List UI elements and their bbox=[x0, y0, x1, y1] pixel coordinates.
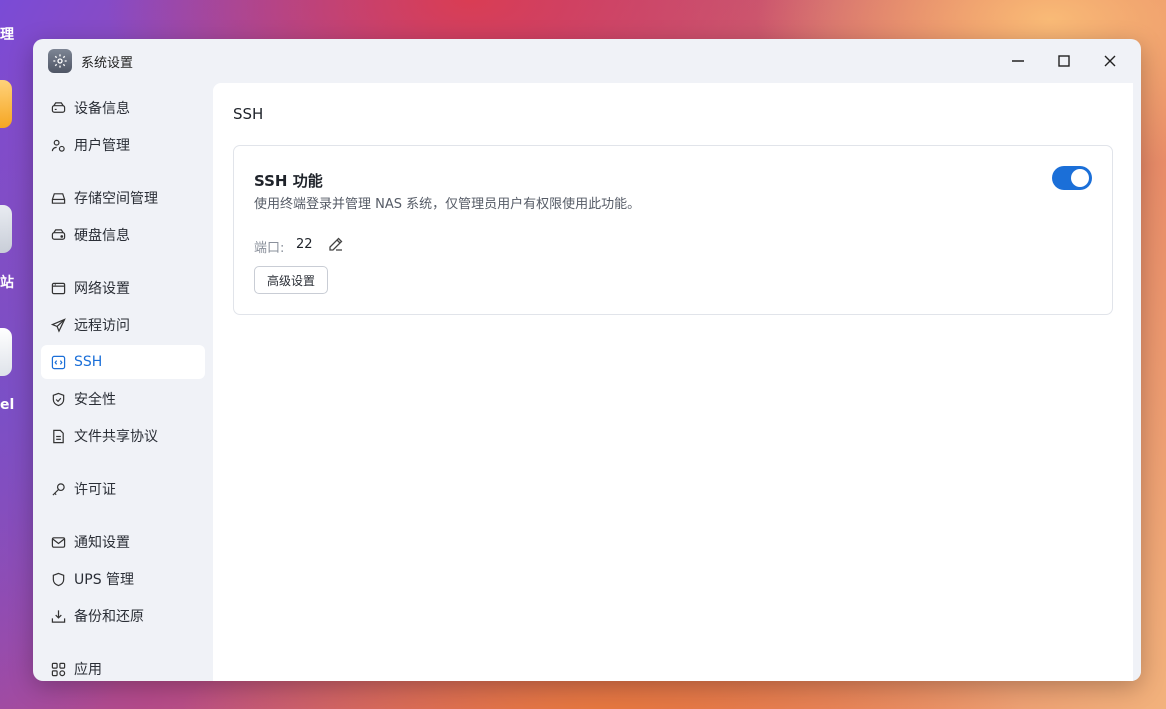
file-icon bbox=[50, 428, 66, 444]
apps-icon bbox=[50, 661, 66, 677]
key-icon bbox=[50, 481, 66, 497]
sidebar-item-backup-restore[interactable]: 备份和还原 bbox=[41, 599, 205, 633]
sidebar-item-label: 硬盘信息 bbox=[74, 228, 130, 244]
mail-icon bbox=[50, 534, 66, 550]
port-value: 22 bbox=[296, 237, 313, 252]
card-description: 使用终端登录并管理 NAS 系统，仅管理员用户有权限使用此功能。 bbox=[254, 197, 641, 212]
send-icon bbox=[50, 317, 66, 333]
edit-port-button[interactable] bbox=[328, 236, 344, 252]
pencil-icon bbox=[329, 237, 343, 251]
scrollbar-track[interactable] bbox=[1133, 83, 1141, 681]
desktop-label: 理 bbox=[0, 27, 14, 43]
desktop-app-icon[interactable] bbox=[0, 205, 12, 253]
card-title: SSH 功能 bbox=[254, 172, 323, 190]
advanced-settings-button[interactable]: 高级设置 bbox=[254, 266, 328, 294]
toggle-knob bbox=[1071, 169, 1089, 187]
close-button[interactable] bbox=[1097, 49, 1123, 73]
ssh-settings-card: SSH 功能 使用终端登录并管理 NAS 系统，仅管理员用户有权限使用此功能。 … bbox=[233, 145, 1113, 315]
sidebar-item-user-management[interactable]: 用户管理 bbox=[41, 128, 205, 162]
settings-window: 系统设置 设备信息 用户管理 存储空间管理 硬盘信息 网络设置 远程访问 SSH… bbox=[33, 39, 1141, 681]
code-icon bbox=[50, 354, 66, 370]
sidebar-item-label: 备份和还原 bbox=[74, 609, 144, 625]
window-title: 系统设置 bbox=[81, 56, 134, 71]
shield-icon bbox=[50, 571, 66, 587]
desktop-label: el bbox=[0, 397, 15, 413]
device-icon bbox=[50, 100, 66, 116]
download-icon bbox=[50, 608, 66, 624]
sidebar-item-security[interactable]: 安全性 bbox=[41, 382, 205, 416]
sidebar-item-label: 安全性 bbox=[74, 392, 116, 408]
page-title: SSH bbox=[233, 105, 264, 123]
sidebar-item-label: 许可证 bbox=[74, 482, 116, 498]
sidebar-item-label: 文件共享协议 bbox=[74, 429, 158, 445]
desktop-app-icon[interactable] bbox=[0, 80, 12, 128]
sidebar-item-label: 通知设置 bbox=[74, 535, 130, 551]
sidebar-item-notifications[interactable]: 通知设置 bbox=[41, 525, 205, 559]
main-content: SSH SSH 功能 使用终端登录并管理 NAS 系统，仅管理员用户有权限使用此… bbox=[213, 83, 1133, 681]
sidebar-item-label: UPS 管理 bbox=[74, 572, 135, 588]
sidebar-item-label: 用户管理 bbox=[74, 138, 130, 154]
sidebar-item-label: 网络设置 bbox=[74, 281, 130, 297]
sidebar-item-network[interactable]: 网络设置 bbox=[41, 271, 205, 305]
sidebar-item-label: 应用 bbox=[74, 662, 102, 678]
gear-icon bbox=[48, 49, 72, 73]
shield-check-icon bbox=[50, 391, 66, 407]
sidebar-item-apps[interactable]: 应用 bbox=[41, 652, 205, 681]
sidebar-item-license[interactable]: 许可证 bbox=[41, 472, 205, 506]
sidebar-item-label: 远程访问 bbox=[74, 318, 130, 334]
disk-icon bbox=[50, 227, 66, 243]
storage-icon bbox=[50, 190, 66, 206]
sidebar-item-label: SSH bbox=[74, 354, 103, 370]
users-icon bbox=[50, 137, 66, 153]
title-bar[interactable]: 系统设置 bbox=[33, 39, 1141, 83]
sidebar-item-file-sharing[interactable]: 文件共享协议 bbox=[41, 419, 205, 453]
sidebar-item-disk-info[interactable]: 硬盘信息 bbox=[41, 218, 205, 252]
desktop-app-icon[interactable] bbox=[0, 328, 12, 376]
sidebar-item-device-info[interactable]: 设备信息 bbox=[41, 91, 205, 125]
sidebar-item-ssh[interactable]: SSH bbox=[41, 345, 205, 379]
maximize-button[interactable] bbox=[1051, 49, 1077, 73]
sidebar-item-storage[interactable]: 存储空间管理 bbox=[41, 181, 205, 215]
sidebar-item-label: 设备信息 bbox=[74, 101, 130, 117]
network-icon bbox=[50, 280, 66, 296]
minimize-button[interactable] bbox=[1005, 49, 1031, 73]
sidebar-item-label: 存储空间管理 bbox=[74, 191, 158, 207]
desktop-label: 站 bbox=[0, 275, 14, 291]
sidebar-item-remote-access[interactable]: 远程访问 bbox=[41, 308, 205, 342]
port-label: 端口: bbox=[254, 241, 285, 256]
sidebar: 设备信息 用户管理 存储空间管理 硬盘信息 网络设置 远程访问 SSH 安全性 … bbox=[33, 83, 213, 681]
sidebar-item-ups[interactable]: UPS 管理 bbox=[41, 562, 205, 596]
ssh-enable-toggle[interactable] bbox=[1052, 166, 1092, 190]
